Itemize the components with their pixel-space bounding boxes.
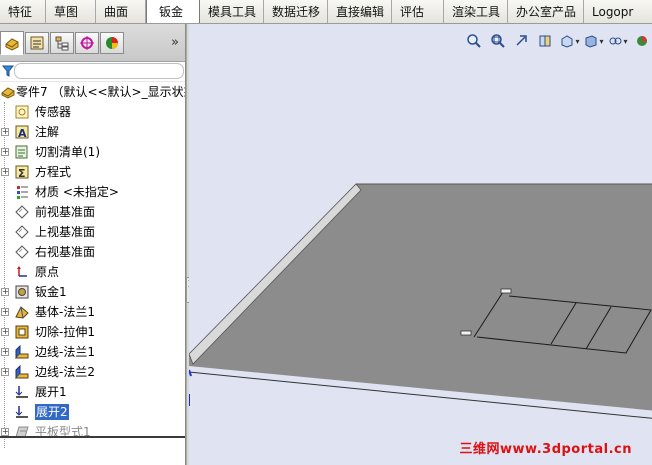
tree-item-material[interactable]: 材质 <未指定> bbox=[0, 182, 185, 202]
tab-sheet-metal[interactable]: 钣金 bbox=[146, 0, 200, 23]
tree-item-annotations[interactable]: + A 注解 bbox=[0, 122, 185, 142]
tree-item-cut-list[interactable]: + 切割清单(1) bbox=[0, 142, 185, 162]
tree-item-sensors[interactable]: 传感器 bbox=[0, 102, 185, 122]
tree-item-label: 右视基准面 bbox=[35, 245, 96, 259]
tree-item-label: 传感器 bbox=[35, 105, 72, 119]
filter-input[interactable] bbox=[14, 63, 184, 79]
tab-mold-tools[interactable]: 模具工具 bbox=[200, 0, 264, 23]
edge-flange-icon bbox=[14, 364, 30, 380]
property-manager-tab[interactable] bbox=[25, 32, 49, 54]
tree-item-cut-extrude[interactable]: + 切除-拉伸1 bbox=[0, 322, 185, 342]
tree-item-label: 前视基准面 bbox=[35, 205, 96, 219]
tree-item-label: 原点 bbox=[35, 265, 60, 279]
expand-toggle[interactable]: + bbox=[1, 368, 9, 376]
tree-item-base-flange[interactable]: + 基体-法兰1 bbox=[0, 302, 185, 322]
cut-extrude-icon bbox=[14, 324, 30, 340]
expand-toggle[interactable]: + bbox=[1, 288, 9, 296]
tree-item-label: 边线-法兰2 bbox=[35, 365, 95, 379]
tree-item-label: 注解 bbox=[35, 125, 60, 139]
display-manager-tab[interactable] bbox=[100, 32, 124, 54]
unfold-icon bbox=[14, 384, 30, 400]
tree-item-label: 平板型式1 bbox=[35, 425, 91, 439]
annotations-icon: A bbox=[14, 124, 30, 140]
origin-icon bbox=[14, 264, 30, 280]
equations-icon: Σ bbox=[14, 164, 30, 180]
tree-item-edge-flange-1[interactable]: + 边线-法兰1 bbox=[0, 342, 185, 362]
tab-features[interactable]: 特征 bbox=[0, 0, 46, 23]
expand-toggle[interactable]: + bbox=[1, 328, 9, 336]
tree-item-unfold-2[interactable]: 展开2 bbox=[0, 402, 185, 422]
base-flange-icon bbox=[14, 304, 30, 320]
expand-toggle[interactable]: + bbox=[1, 148, 9, 156]
graphics-area[interactable]: 三维网www.3dportal.cn bbox=[189, 24, 652, 465]
tree-item-sheet-metal[interactable]: + 钣金1 bbox=[0, 282, 185, 302]
feature-manager-panel: » 零件7 （默认<<默认>_显示状态 传感器 + A 注解 + 切割清单(1) bbox=[0, 24, 186, 465]
tree-item-label: 方程式 bbox=[35, 165, 72, 179]
expand-toggle[interactable]: + bbox=[1, 168, 9, 176]
tree-item-top-plane[interactable]: 上视基准面 bbox=[0, 222, 185, 242]
watermark: 三维网www.3dportal.cn bbox=[459, 442, 632, 457]
tree-item-right-plane[interactable]: 右视基准面 bbox=[0, 242, 185, 262]
more-tabs-button[interactable]: » bbox=[171, 35, 179, 50]
tree-item-equations[interactable]: + Σ 方程式 bbox=[0, 162, 185, 182]
tree-item-front-plane[interactable]: 前视基准面 bbox=[0, 202, 185, 222]
plane-icon bbox=[14, 224, 30, 240]
svg-text:Σ: Σ bbox=[18, 167, 26, 179]
tree-item-label: 边线-法兰1 bbox=[35, 345, 95, 359]
filter-row bbox=[0, 62, 185, 82]
display-manager-icon bbox=[106, 37, 118, 49]
plane-icon bbox=[14, 204, 30, 220]
cut-list-icon bbox=[14, 144, 30, 160]
tree-item-origin[interactable]: 原点 bbox=[0, 262, 185, 282]
feature-tree: 零件7 （默认<<默认>_显示状态 传感器 + A 注解 + 切割清单(1) +… bbox=[0, 82, 186, 448]
tree-item-flat-pattern[interactable]: + 平板型式1 bbox=[0, 422, 185, 442]
feature-manager-tab[interactable] bbox=[0, 31, 24, 55]
configuration-manager-icon bbox=[55, 36, 69, 51]
filter-icon[interactable] bbox=[2, 64, 14, 78]
material-icon bbox=[14, 184, 30, 200]
plane-icon bbox=[14, 244, 30, 260]
tree-item-label: 基体-法兰1 bbox=[35, 305, 95, 319]
expand-toggle[interactable]: + bbox=[1, 348, 9, 356]
tree-item-label: 钣金1 bbox=[35, 285, 67, 299]
tree-item-unfold-1[interactable]: 展开1 bbox=[0, 382, 185, 402]
sheet-metal-icon bbox=[14, 284, 30, 300]
configuration-manager-tab[interactable] bbox=[50, 32, 74, 54]
tab-surfaces[interactable]: 曲面 bbox=[96, 0, 146, 23]
tree-root-label: 零件7 （默认<<默认>_显示状态 bbox=[16, 85, 186, 99]
tree-item-label: 材质 <未指定> bbox=[35, 185, 119, 199]
panel-divider bbox=[0, 436, 185, 438]
expand-toggle[interactable]: + bbox=[1, 308, 9, 316]
origin-triad-icon bbox=[189, 369, 192, 377]
tree-item-label: 展开2 bbox=[35, 404, 69, 420]
unfold-icon bbox=[14, 404, 30, 420]
property-manager-icon bbox=[30, 36, 44, 50]
tab-render-tools[interactable]: 渲染工具 bbox=[444, 0, 508, 23]
tree-root-part[interactable]: 零件7 （默认<<默认>_显示状态 bbox=[0, 82, 186, 102]
dimxpert-tab[interactable] bbox=[75, 32, 99, 54]
tab-logopress[interactable]: Logopr bbox=[584, 0, 652, 23]
sensor-icon bbox=[14, 104, 30, 120]
edge-flange-icon bbox=[14, 344, 30, 360]
feature-manager-icon bbox=[5, 38, 19, 51]
part-model-view[interactable] bbox=[189, 24, 652, 465]
tab-data-migration[interactable]: 数据迁移 bbox=[264, 0, 328, 23]
tab-sketch[interactable]: 草图 bbox=[46, 0, 96, 23]
command-manager-tabs: 特征 草图 曲面 钣金 模具工具 数据迁移 直接编辑 评估 渲染工具 办公室产品… bbox=[0, 0, 652, 24]
svg-text:A: A bbox=[18, 127, 27, 139]
tree-item-label: 切割清单(1) bbox=[35, 145, 100, 159]
tree-item-label: 展开1 bbox=[35, 385, 67, 399]
tab-office-products[interactable]: 办公室产品 bbox=[508, 0, 584, 23]
tree-item-label: 切除-拉伸1 bbox=[35, 325, 95, 339]
panel-tab-strip: » bbox=[0, 24, 185, 62]
expand-toggle[interactable]: + bbox=[1, 128, 9, 136]
tree-item-edge-flange-2[interactable]: + 边线-法兰2 bbox=[0, 362, 185, 382]
tab-direct-editing[interactable]: 直接编辑 bbox=[328, 0, 392, 23]
dimxpert-icon bbox=[80, 36, 94, 50]
plate-top-face[interactable] bbox=[189, 184, 652, 414]
tree-item-label: 上视基准面 bbox=[35, 225, 96, 239]
part-icon bbox=[0, 84, 16, 100]
tab-evaluate[interactable]: 评估 bbox=[392, 0, 444, 23]
expand-toggle[interactable]: + bbox=[1, 428, 9, 436]
